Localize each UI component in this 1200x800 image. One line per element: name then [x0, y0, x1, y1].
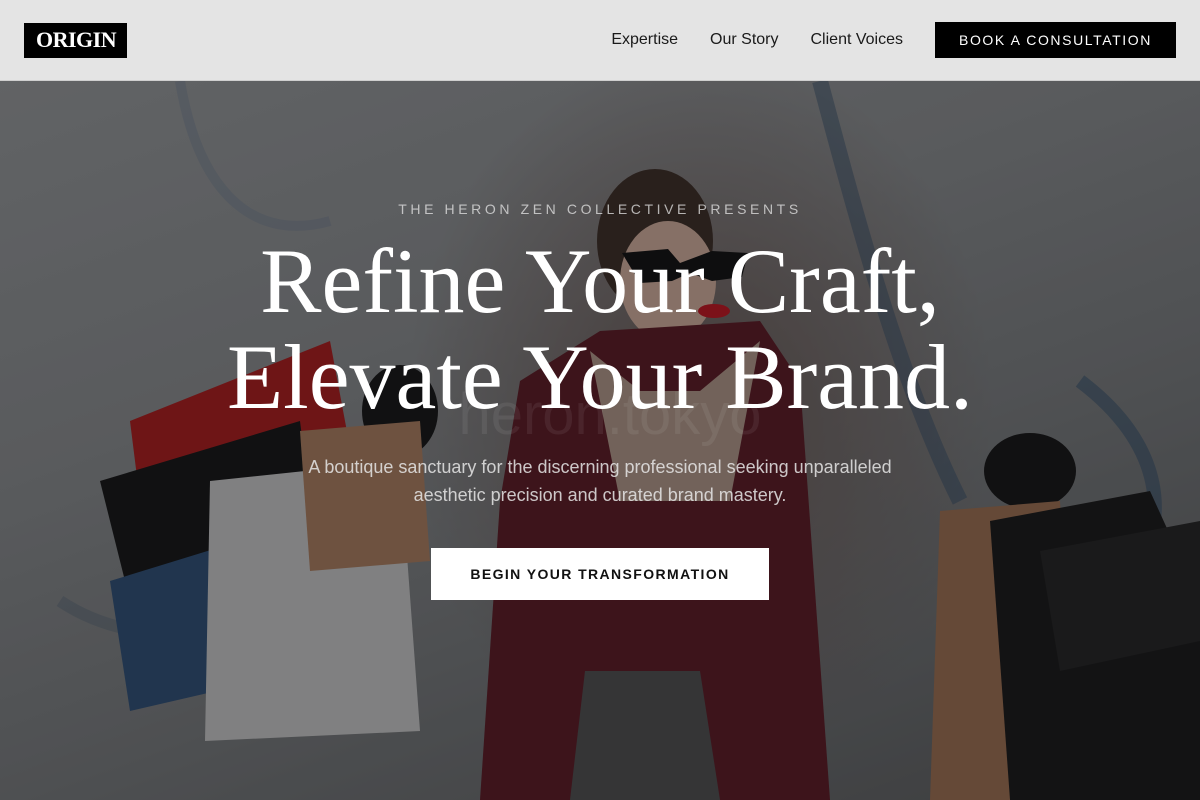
hero-section: heron.tokyo THE HERON ZEN COLLECTIVE PRE… — [0, 81, 1200, 800]
nav-link-our-story[interactable]: Our Story — [710, 31, 778, 49]
nav-link-expertise[interactable]: Expertise — [611, 31, 678, 49]
main-nav: Expertise Our Story Client Voices BOOK A… — [611, 22, 1176, 58]
hero-eyebrow: THE HERON ZEN COLLECTIVE PRESENTS — [398, 201, 802, 217]
headline-line-1: Refine Your Craft, — [260, 230, 940, 332]
book-consultation-button[interactable]: BOOK A CONSULTATION — [935, 22, 1176, 58]
begin-transformation-button[interactable]: BEGIN YOUR TRANSFORMATION — [431, 548, 769, 600]
headline-line-2: Elevate Your Brand. — [226, 326, 974, 428]
hero-headline: Refine Your Craft, Elevate Your Brand. — [0, 233, 1200, 425]
hero-content: THE HERON ZEN COLLECTIVE PRESENTS Refine… — [0, 81, 1200, 800]
nav-link-client-voices[interactable]: Client Voices — [811, 31, 904, 49]
hero-subtext: A boutique sanctuary for the discerning … — [308, 457, 892, 505]
brand-logo[interactable]: ORIGIN — [24, 22, 128, 58]
site-header: ORIGIN Expertise Our Story Client Voices… — [0, 0, 1200, 81]
